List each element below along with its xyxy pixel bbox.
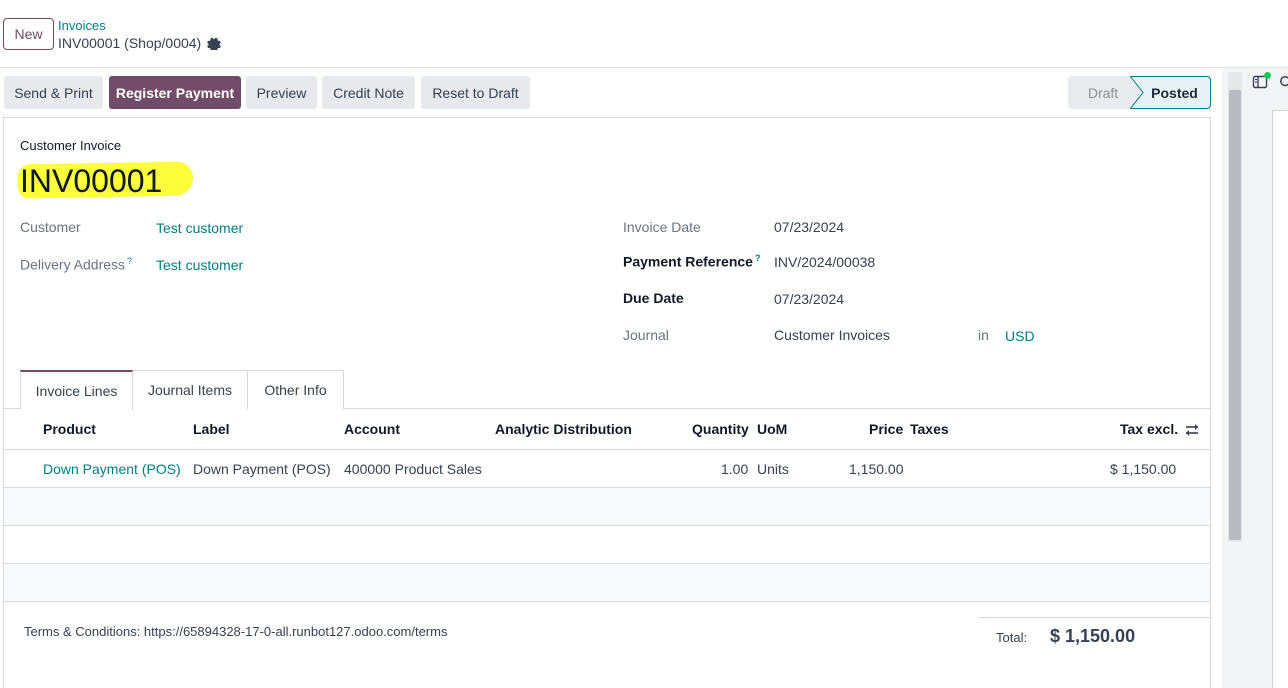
row-price[interactable]: 1,150.00 xyxy=(849,461,904,477)
row-label[interactable]: Down Payment (POS) xyxy=(193,461,331,477)
col-label[interactable]: Label xyxy=(193,421,230,437)
col-tax-excl[interactable]: Tax excl. xyxy=(1120,421,1178,437)
row-account[interactable]: 400000 Product Sales xyxy=(344,461,482,477)
control-panel: New Invoices INV00001 (Shop/0004) xyxy=(0,0,1288,68)
document-type-label: Customer Invoice xyxy=(20,138,122,153)
breadcrumb-current: INV00001 (Shop/0004) xyxy=(58,35,222,51)
due-date-value[interactable]: 07/23/2024 xyxy=(774,291,844,307)
terms-conditions: Terms & Conditions: https://65894328-17-… xyxy=(24,624,448,639)
col-taxes[interactable]: Taxes xyxy=(910,421,949,437)
scrollbar-thumb[interactable] xyxy=(1229,90,1241,540)
row-product[interactable]: Down Payment (POS) xyxy=(43,461,181,477)
payment-reference-label: Payment Reference? xyxy=(623,253,760,270)
breadcrumb-invoices-link[interactable]: Invoices xyxy=(58,18,106,33)
preview-button[interactable]: Preview xyxy=(246,76,317,109)
total-divider xyxy=(978,617,1210,618)
delivery-address-value[interactable]: Test customer xyxy=(156,257,243,273)
send-print-button[interactable]: Send & Print xyxy=(4,76,103,109)
row-divider xyxy=(4,525,1210,526)
col-analytic[interactable]: Analytic Distribution xyxy=(495,421,632,437)
col-account[interactable]: Account xyxy=(344,421,400,437)
gear-icon[interactable] xyxy=(207,36,222,50)
register-payment-button[interactable]: Register Payment xyxy=(109,76,241,109)
row-divider xyxy=(4,601,1210,602)
help-icon[interactable]: ? xyxy=(127,256,132,266)
status-arrow-icon xyxy=(1129,76,1144,109)
tab-other-info[interactable]: Other Info xyxy=(247,370,344,409)
help-icon[interactable]: ? xyxy=(755,253,761,263)
journal-label: Journal xyxy=(623,327,669,343)
row-tax-excl: $ 1,150.00 xyxy=(1110,461,1177,477)
search-icon[interactable] xyxy=(1279,74,1288,90)
row-quantity[interactable]: 1.00 xyxy=(721,461,748,477)
online-status-dot xyxy=(1264,72,1271,79)
tab-invoice-lines[interactable]: Invoice Lines xyxy=(20,370,133,410)
preview-pane xyxy=(1272,110,1288,688)
reset-draft-button[interactable]: Reset to Draft xyxy=(421,76,530,109)
active-tab-gap xyxy=(21,408,132,410)
journal-in-label: in xyxy=(978,327,989,343)
breadcrumb-current-label: INV00001 (Shop/0004) xyxy=(58,35,202,51)
currency-value[interactable]: USD xyxy=(1005,328,1035,344)
status-draft[interactable]: Draft xyxy=(1068,76,1138,109)
total-label: Total: xyxy=(996,630,1028,645)
col-quantity[interactable]: Quantity xyxy=(692,421,749,437)
col-price[interactable]: Price xyxy=(869,421,903,437)
invoice-date-value[interactable]: 07/23/2024 xyxy=(774,219,844,235)
invoice-number: INV00001 xyxy=(20,163,163,199)
empty-row xyxy=(4,488,1210,525)
invoice-date-label: Invoice Date xyxy=(623,219,701,235)
total-value: $ 1,150.00 xyxy=(1050,626,1136,646)
column-settings-icon[interactable] xyxy=(1184,422,1200,438)
due-date-label: Due Date xyxy=(623,290,684,306)
col-uom[interactable]: UoM xyxy=(757,421,787,437)
customer-label: Customer xyxy=(20,219,81,235)
delivery-address-label-text: Delivery Address xyxy=(20,256,126,273)
header-divider xyxy=(4,449,1210,450)
tab-journal-items[interactable]: Journal Items xyxy=(132,370,248,409)
journal-value[interactable]: Customer Invoices xyxy=(774,327,890,343)
new-button[interactable]: New xyxy=(3,18,54,50)
delivery-address-label: Delivery Address? xyxy=(20,256,132,273)
payment-reference-label-text: Payment Reference xyxy=(623,253,753,270)
customer-value[interactable]: Test customer xyxy=(156,220,243,236)
credit-note-button[interactable]: Credit Note xyxy=(322,76,415,109)
row-uom[interactable]: Units xyxy=(757,461,789,477)
empty-row xyxy=(4,564,1210,601)
payment-reference-value[interactable]: INV/2024/00038 xyxy=(774,254,875,270)
col-product[interactable]: Product xyxy=(43,421,96,437)
